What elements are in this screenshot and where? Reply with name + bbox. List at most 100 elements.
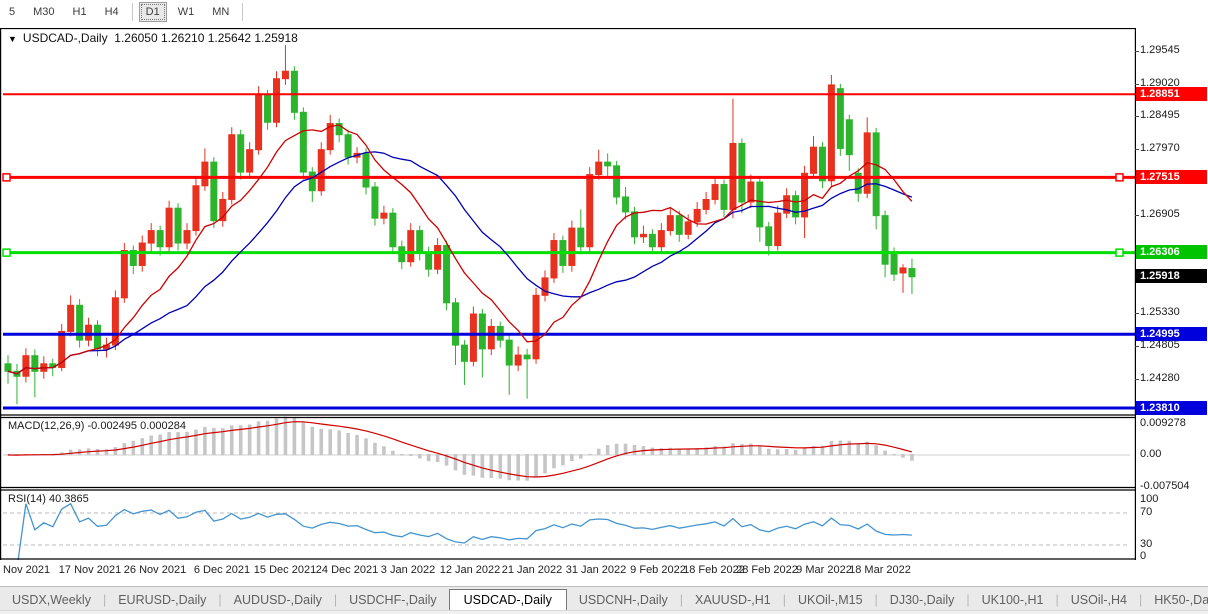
candle [811, 147, 817, 173]
candle [640, 234, 646, 236]
price-axis[interactable]: 1.295451.290201.284951.279701.269051.253… [1136, 28, 1208, 560]
candle [68, 305, 74, 331]
candle [712, 185, 718, 200]
candle [667, 216, 673, 231]
candle [435, 246, 441, 270]
candle [408, 231, 414, 262]
symbol-tab-dj30[interactable]: DJ30-,Daily [878, 590, 967, 611]
timeframe-button-w1[interactable]: W1 [171, 2, 202, 22]
timeframe-button-h4[interactable]: H4 [98, 2, 126, 22]
symbol-tab-hk50[interactable]: HK50-,Daily [1142, 590, 1208, 611]
candle [685, 222, 691, 234]
timeframe-button-d1[interactable]: D1 [139, 2, 167, 22]
rsi-axis-tick: 70 [1140, 506, 1152, 518]
candle [488, 326, 494, 348]
candle [578, 228, 584, 247]
candle [157, 231, 163, 247]
timeframe-toolbar: 5M30H1H4 D1W1MN [0, 0, 1208, 24]
candle [542, 278, 548, 295]
candle [837, 89, 843, 149]
candle [623, 197, 629, 212]
price-chart-area[interactable] [0, 28, 1136, 560]
macd-values: -0.002495 0.000284 [87, 420, 185, 432]
candle [211, 162, 217, 221]
candle [819, 147, 825, 181]
hline-handle[interactable] [3, 249, 10, 256]
candle [470, 314, 476, 361]
toolbar-separator [132, 3, 133, 21]
symbol-tab-usdx[interactable]: USDX,Weekly [0, 590, 103, 611]
candle [596, 162, 602, 174]
candle [112, 298, 118, 345]
candle [274, 79, 280, 123]
candle [453, 303, 459, 345]
candle [793, 196, 799, 217]
date-tick-label: 18 Mar 2022 [849, 564, 911, 576]
symbol-tab-usoil[interactable]: USOil-,H4 [1059, 590, 1139, 611]
candle [148, 231, 154, 243]
timeframe-button-5[interactable]: 5 [2, 2, 22, 22]
candle [515, 355, 521, 365]
candle [345, 135, 351, 157]
date-tick-label: 15 Dec 2021 [254, 564, 316, 576]
price-level-badge: 1.27515 [1136, 170, 1207, 184]
candle [882, 216, 888, 265]
candle [694, 209, 700, 221]
symbol-tab-ukoil[interactable]: UKOil-,M15 [786, 590, 875, 611]
chart-title-symbol: USDCAD-,Daily [23, 31, 108, 45]
date-axis[interactable]: 8 Nov 202117 Nov 202126 Nov 20216 Dec 20… [0, 560, 1136, 586]
symbol-tab-usdcnh[interactable]: USDCNH-,Daily [567, 590, 680, 611]
candle [739, 143, 745, 202]
chart-title: ▼USDCAD-,Daily 1.26050 1.26210 1.25642 1… [8, 31, 298, 45]
candle [23, 356, 29, 377]
candle [775, 213, 781, 245]
status-strip [0, 610, 1208, 614]
timeframe-button-h1[interactable]: H1 [66, 2, 94, 22]
candle [184, 231, 190, 243]
symbol-tab-usdcad[interactable]: USDCAD-,Daily [449, 589, 567, 612]
price-level-badge: 1.23810 [1136, 401, 1207, 415]
candle [479, 314, 485, 349]
timeframe-button-m30[interactable]: M30 [26, 2, 61, 22]
price-tick: 1.26905 [1140, 208, 1180, 220]
date-tick-label: 17 Nov 2021 [59, 564, 121, 576]
rsi-label: RSI(14) 40.3865 [8, 493, 89, 505]
symbol-tab-xauusd[interactable]: XAUUSD-,H1 [683, 590, 783, 611]
candle [766, 227, 772, 246]
date-tick-label: 6 Dec 2021 [194, 564, 250, 576]
candle [900, 268, 906, 273]
macd-name: MACD(12,26,9) [8, 420, 84, 432]
candle [461, 345, 467, 361]
rsi-axis-tick: 100 [1140, 493, 1158, 505]
price-tick: 1.28495 [1140, 109, 1180, 121]
symbol-tab-uk100[interactable]: UK100-,H1 [970, 590, 1056, 611]
candle [828, 85, 834, 181]
candle [363, 153, 369, 187]
date-tick-label: 9 Mar 2022 [796, 564, 852, 576]
candle [614, 166, 620, 197]
candle [757, 182, 763, 227]
symbol-tab-bar: USDX,Weekly|EURUSD-,Daily|AUDUSD-,Daily|… [0, 586, 1208, 611]
candle [846, 120, 852, 155]
candle [873, 133, 879, 216]
candle [399, 247, 405, 262]
candle [381, 213, 387, 218]
rsi-axis-tick: 30 [1140, 538, 1152, 550]
candle [533, 295, 539, 358]
symbol-tab-audusd[interactable]: AUDUSD-,Daily [222, 590, 334, 611]
chart-menu-arrow-icon[interactable]: ▼ [8, 34, 17, 44]
hline-handle[interactable] [1116, 174, 1123, 181]
hline-handle[interactable] [3, 174, 10, 181]
symbol-tab-usdchf[interactable]: USDCHF-,Daily [337, 590, 449, 611]
candle [909, 269, 915, 277]
current-price-badge: 1.25918 [1136, 269, 1207, 283]
timeframe-button-mn[interactable]: MN [205, 2, 236, 22]
macd-axis-tick: 0.00 [1140, 448, 1161, 460]
candle [605, 162, 611, 166]
symbol-tab-eurusd[interactable]: EURUSD-,Daily [106, 590, 218, 611]
price-tick: 1.25330 [1140, 306, 1180, 318]
hline-handle[interactable] [1116, 249, 1123, 256]
candle [703, 199, 709, 209]
candle [372, 187, 378, 218]
date-tick-label: 21 Jan 2022 [502, 564, 563, 576]
